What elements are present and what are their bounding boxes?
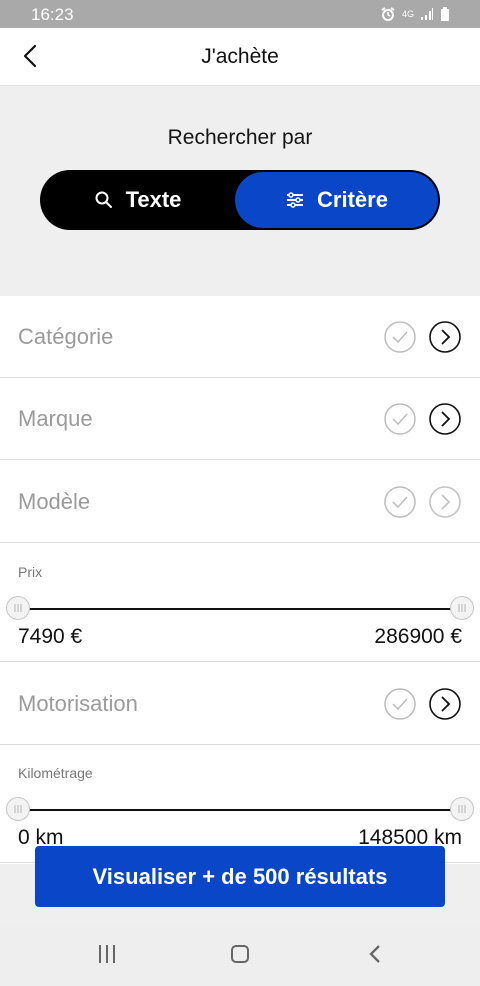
status-time: 16:23 bbox=[31, 5, 74, 24]
model-label: Modèle bbox=[18, 489, 91, 514]
chevron-right-icon-disabled bbox=[429, 486, 461, 518]
chevron-right-icon[interactable] bbox=[428, 687, 462, 721]
mileage-max-handle[interactable] bbox=[450, 797, 474, 821]
tab-criteria[interactable]: Critère bbox=[235, 172, 438, 228]
grip-icon bbox=[14, 805, 22, 813]
price-min-value: 7490 € bbox=[18, 625, 83, 648]
mileage-label: Kilométrage bbox=[18, 765, 93, 781]
price-label: Prix bbox=[18, 564, 43, 580]
home-icon[interactable] bbox=[229, 943, 251, 965]
category-row[interactable]: Catégorie bbox=[0, 296, 480, 378]
search-mode-label: Rechercher par bbox=[167, 126, 313, 149]
category-label: Catégorie bbox=[18, 324, 114, 349]
status-bar: 16:23 4G bbox=[0, 0, 480, 28]
grip-icon bbox=[458, 805, 466, 813]
system-back-icon[interactable] bbox=[365, 943, 387, 965]
search-icon bbox=[95, 191, 112, 208]
recent-apps-icon[interactable] bbox=[96, 943, 118, 965]
chevron-right-icon[interactable] bbox=[428, 320, 462, 354]
signal-icon bbox=[421, 8, 433, 20]
grip-icon bbox=[458, 604, 466, 612]
price-max-handle[interactable] bbox=[450, 596, 474, 620]
price-slider-block: Prix 7490 € 286900 € bbox=[0, 544, 480, 662]
tab-text[interactable]: Texte bbox=[40, 170, 235, 230]
price-min-handle[interactable] bbox=[6, 596, 30, 620]
engine-label: Motorisation bbox=[18, 691, 138, 716]
mileage-track[interactable] bbox=[18, 809, 462, 811]
battery-icon bbox=[441, 7, 449, 21]
check-icon bbox=[384, 321, 416, 353]
mileage-min-handle[interactable] bbox=[6, 797, 30, 821]
search-mode-toggle: Texte Critère bbox=[40, 170, 440, 230]
system-nav-bar bbox=[0, 925, 480, 986]
criteria-panel: Catégorie Marque Modèle Prix 7490 € 2869… bbox=[0, 296, 480, 864]
check-icon bbox=[384, 688, 416, 720]
chevron-right-icon[interactable] bbox=[428, 402, 462, 436]
grip-icon bbox=[14, 604, 22, 612]
check-icon bbox=[384, 403, 416, 435]
tab-text-label: Texte bbox=[125, 187, 182, 212]
brand-row[interactable]: Marque bbox=[0, 378, 480, 460]
model-row[interactable]: Modèle bbox=[0, 461, 480, 543]
engine-row[interactable]: Motorisation bbox=[0, 663, 480, 745]
view-results-button[interactable]: Visualiser + de 500 résultats bbox=[35, 846, 445, 907]
tab-criteria-label: Critère bbox=[317, 187, 388, 212]
check-icon bbox=[384, 486, 416, 518]
alarm-icon bbox=[381, 7, 395, 21]
price-track[interactable] bbox=[18, 608, 462, 610]
price-max-value: 286900 € bbox=[374, 625, 462, 648]
brand-label: Marque bbox=[18, 406, 93, 431]
status-icons: 4G bbox=[380, 6, 450, 22]
top-app-bar: J'achète bbox=[0, 28, 480, 86]
network-label: 4G bbox=[401, 8, 414, 19]
page-title: J'achète bbox=[201, 45, 279, 68]
filter-sliders-icon bbox=[287, 192, 304, 208]
